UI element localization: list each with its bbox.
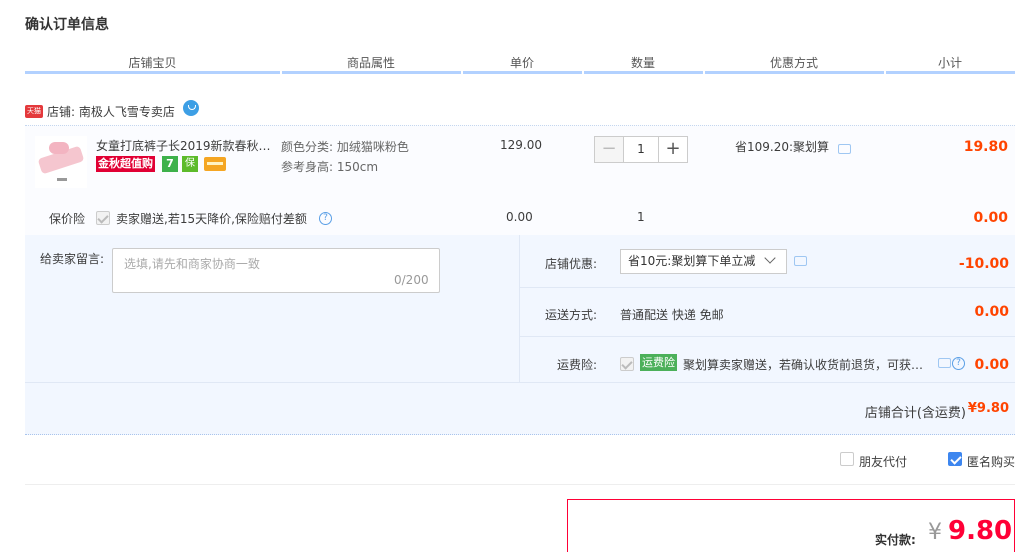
divider: [25, 484, 1015, 485]
unit-price: 129.00: [500, 138, 542, 152]
column-underline: [705, 71, 884, 74]
payment-amount: 9.80: [948, 516, 1013, 546]
help-icon[interactable]: ?: [319, 212, 332, 225]
insurance-label: 保价险: [49, 212, 86, 226]
promo-tag: 金秋超值购: [96, 156, 155, 172]
message-char-count: 0/200: [394, 273, 429, 287]
shop-discount-value: -10.00: [958, 256, 1009, 272]
guarantee-icon[interactable]: 保: [182, 156, 198, 172]
insurance-qty: 1: [637, 210, 645, 224]
divider: [25, 382, 1015, 383]
product-thumbnail[interactable]: [35, 136, 87, 188]
column-header-attr: 商品属性: [346, 56, 395, 70]
product-title-link[interactable]: 女童打底裤子长2019新款春秋…: [96, 137, 274, 154]
shipping-label: 运送方式:: [545, 308, 598, 322]
anonymous-checkbox[interactable]: [948, 452, 962, 466]
help-icon[interactable]: ?: [952, 357, 965, 370]
shop-discount-label: 店铺优惠:: [545, 257, 598, 271]
shop-name-link[interactable]: 店铺: 南极人飞雪专卖店: [47, 103, 175, 120]
shop-total-value: ¥9.80: [967, 401, 1009, 416]
shipping-method: 普通配送 快递 免邮: [620, 308, 724, 322]
quantity-stepper: − 1 +: [594, 136, 688, 163]
item-subtotal: 19.80: [963, 139, 1008, 155]
column-underline: [886, 71, 1015, 74]
shop-row: 天猫 店铺: 南极人飞雪专卖店: [25, 99, 199, 120]
insurance-subtotal: 0.00: [973, 210, 1008, 226]
column-underline: [282, 71, 461, 74]
column-header-discount: 优惠方式: [769, 56, 818, 70]
quantity-input[interactable]: 1: [624, 136, 658, 163]
column-header-subtotal: 小计: [937, 56, 962, 70]
freight-insurance-tag: 运费险: [640, 354, 677, 371]
anonymous-label[interactable]: 匿名购买: [967, 453, 1015, 470]
increase-button[interactable]: +: [658, 136, 688, 163]
payment-label: 实付款:: [875, 533, 916, 547]
shipping-price: 0.00: [974, 304, 1009, 320]
comment-icon[interactable]: [838, 144, 851, 154]
credit-card-icon[interactable]: [204, 157, 226, 171]
attr-height: 参考身高: 150cm: [281, 160, 379, 174]
seven-day-return-icon[interactable]: 7: [162, 156, 178, 172]
freight-insurance-label: 运费险:: [557, 358, 598, 372]
insurance-price: 0.00: [506, 210, 533, 224]
shop-discount-select[interactable]: 省10元:聚划算下单立减: [620, 249, 787, 274]
chat-seller-icon[interactable]: [182, 99, 199, 116]
freight-insurance-price: 0.00: [974, 357, 1009, 373]
page-title: 确认订单信息: [25, 17, 109, 33]
decrease-button[interactable]: −: [594, 136, 624, 163]
comment-icon[interactable]: [794, 256, 807, 266]
attr-color: 颜色分类: 加绒猫咪粉色: [281, 140, 409, 154]
insurance-checkbox[interactable]: [96, 211, 110, 225]
message-placeholder: 选填,请先和商家协商一致: [124, 257, 260, 271]
freight-insurance-text: 聚划算卖家赠送，若确认收货前退货，可获…: [683, 358, 923, 372]
shop-total-label: 店铺合计(含运费): [864, 406, 966, 421]
comment-icon[interactable]: [938, 358, 951, 368]
currency-symbol: ¥: [928, 520, 942, 545]
column-header-price: 单价: [509, 56, 534, 70]
freight-insurance-checkbox[interactable]: [620, 357, 634, 371]
divider: [520, 336, 1015, 337]
column-underline: [25, 71, 280, 74]
friend-pay-label[interactable]: 朋友代付: [859, 453, 907, 470]
divider: [519, 235, 520, 382]
discount-method: 省109.20:聚划算: [735, 140, 830, 154]
tmall-badge: 天猫: [25, 105, 43, 118]
column-underline: [463, 71, 582, 74]
insurance-text: 卖家赠送,若15天降价,保险赔付差额: [116, 212, 307, 226]
message-label: 给卖家留言:: [40, 252, 105, 266]
column-underline: [584, 71, 703, 74]
divider: [520, 287, 1015, 288]
column-header-qty: 数量: [630, 56, 655, 70]
friend-pay-checkbox[interactable]: [840, 452, 854, 466]
column-header-item: 店铺宝贝: [128, 56, 177, 70]
